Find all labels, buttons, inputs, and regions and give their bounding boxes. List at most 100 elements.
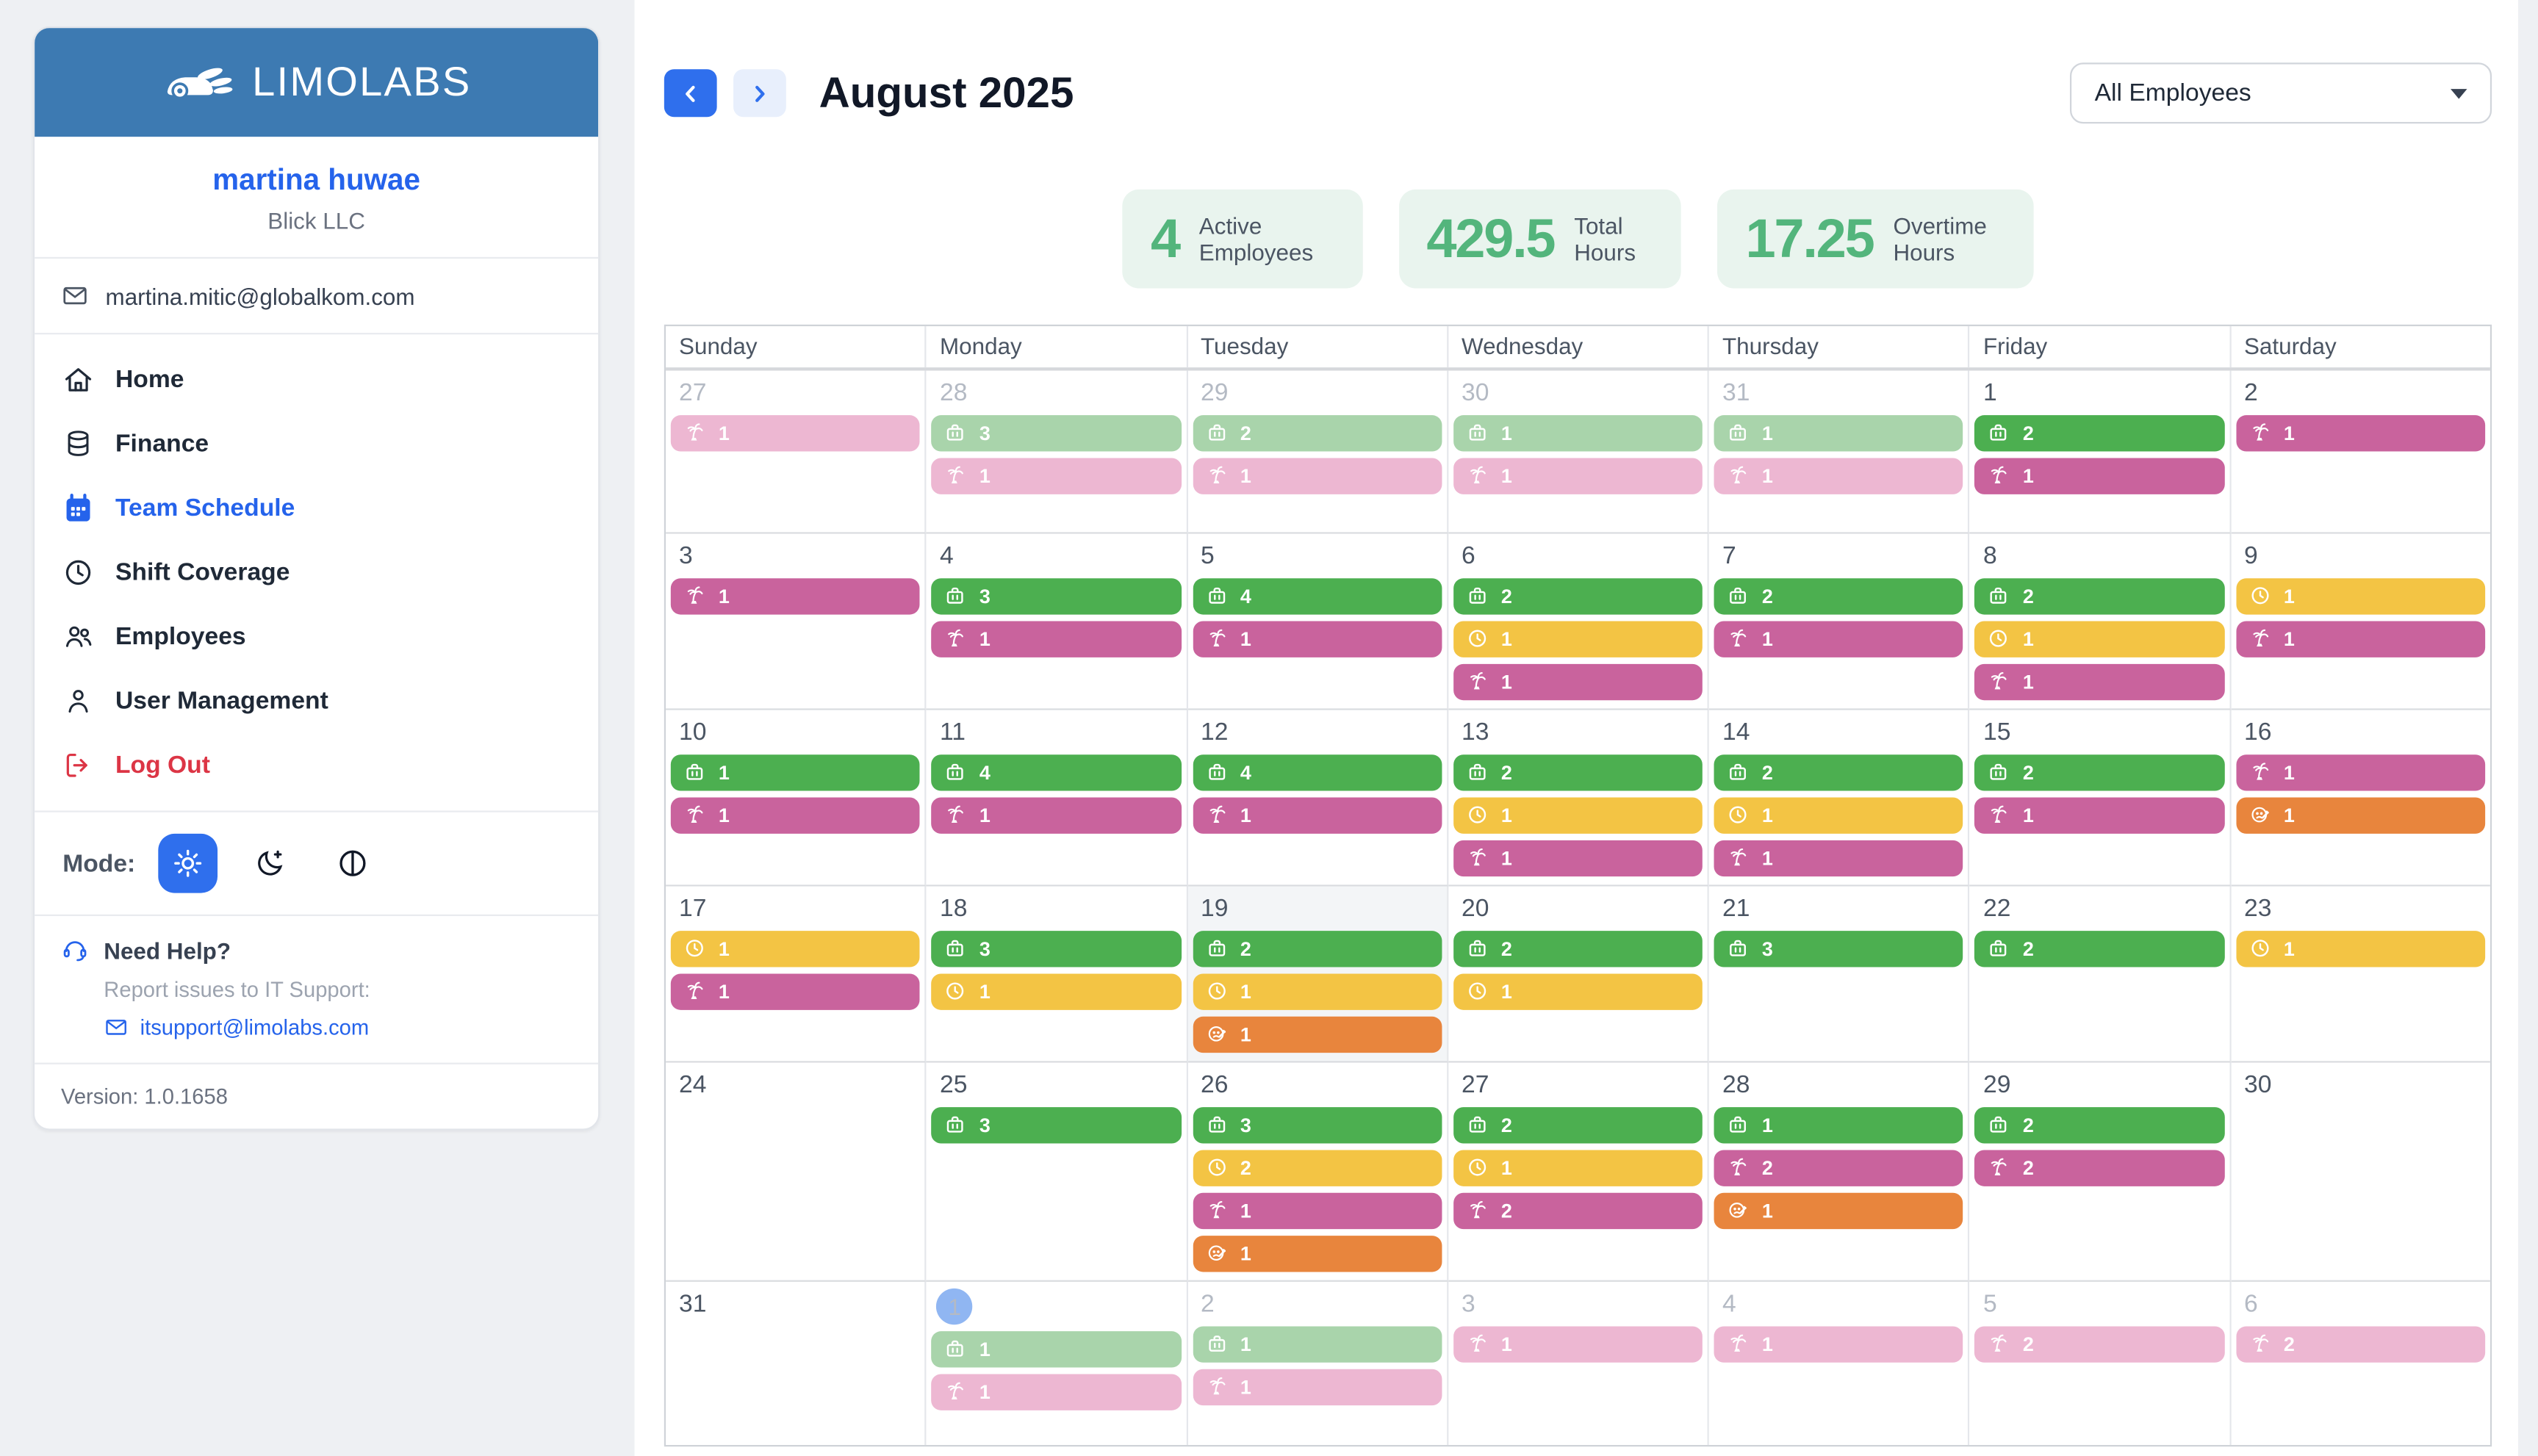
- vacation-pill[interactable]: 1: [932, 1374, 1181, 1410]
- sidebar-item-finance[interactable]: Finance: [35, 412, 598, 476]
- calendar-day-cell[interactable]: 431: [927, 533, 1187, 710]
- previous-month-button[interactable]: [664, 70, 717, 118]
- calendar-day-cell[interactable]: 14211: [1709, 710, 1970, 886]
- calendar-day-cell[interactable]: 30: [2231, 1062, 2490, 1281]
- dark-mode-button[interactable]: [241, 834, 301, 893]
- regular-pill[interactable]: 2: [1975, 754, 2224, 790]
- overtime-pill[interactable]: 1: [1453, 621, 1703, 657]
- overtime-pill[interactable]: 1: [1453, 797, 1703, 833]
- vacation-pill[interactable]: 1: [1975, 797, 2224, 833]
- regular-pill[interactable]: 2: [1975, 1107, 2224, 1143]
- sick-pill[interactable]: 1: [1714, 1192, 1963, 1228]
- vacation-pill[interactable]: 1: [2236, 754, 2485, 790]
- calendar-day-cell[interactable]: 222: [1970, 886, 2231, 1062]
- regular-pill[interactable]: 2: [1453, 578, 1703, 614]
- calendar-day-cell[interactable]: 27212: [1448, 1062, 1709, 1281]
- vacation-pill[interactable]: 1: [1453, 840, 1703, 876]
- regular-pill[interactable]: 2: [1975, 931, 2224, 967]
- calendar-day-cell[interactable]: 911: [2231, 533, 2490, 710]
- regular-pill[interactable]: 1: [932, 1331, 1181, 1367]
- vacation-pill[interactable]: 2: [1975, 1326, 2224, 1362]
- regular-pill[interactable]: 3: [932, 415, 1181, 451]
- support-email-link[interactable]: itsupport@limolabs.com: [104, 1015, 572, 1040]
- calendar-day-cell[interactable]: 21: [2231, 370, 2490, 533]
- calendar-day-cell[interactable]: 111: [927, 1281, 1187, 1444]
- regular-pill[interactable]: 4: [1193, 754, 1442, 790]
- vacation-pill[interactable]: 1: [671, 415, 920, 451]
- calendar-day-cell[interactable]: 19211: [1187, 886, 1448, 1062]
- calendar-day-cell[interactable]: 6211: [1448, 533, 1709, 710]
- sick-pill[interactable]: 1: [2236, 797, 2485, 833]
- vacation-pill[interactable]: 1: [932, 621, 1181, 657]
- regular-pill[interactable]: 3: [1714, 931, 1963, 967]
- vacation-pill[interactable]: 1: [1193, 458, 1442, 494]
- vacation-pill[interactable]: 1: [1714, 621, 1963, 657]
- vacation-pill[interactable]: 2: [1714, 1150, 1963, 1186]
- regular-pill[interactable]: 1: [1453, 415, 1703, 451]
- sidebar-item-home[interactable]: Home: [35, 347, 598, 411]
- contrast-mode-button[interactable]: [323, 834, 383, 893]
- vacation-pill[interactable]: 1: [671, 973, 920, 1009]
- vacation-pill[interactable]: 2: [1453, 1192, 1703, 1228]
- overtime-pill[interactable]: 2: [1193, 1150, 1442, 1186]
- calendar-day-cell[interactable]: 213: [1709, 886, 1970, 1062]
- vacation-pill[interactable]: 1: [1714, 840, 1963, 876]
- vacation-pill[interactable]: 1: [932, 797, 1181, 833]
- calendar-day-cell[interactable]: 211: [1187, 1281, 1448, 1444]
- overtime-pill[interactable]: 1: [1714, 797, 1963, 833]
- calendar-day-cell[interactable]: 3111: [1709, 370, 1970, 533]
- sidebar-item-user-management[interactable]: User Management: [35, 669, 598, 733]
- calendar-day-cell[interactable]: 3011: [1448, 370, 1709, 533]
- vacation-pill[interactable]: 1: [1193, 1369, 1442, 1405]
- calendar-day-cell[interactable]: 271: [666, 370, 927, 533]
- vacation-pill[interactable]: 1: [1714, 458, 1963, 494]
- vacation-pill[interactable]: 1: [1193, 797, 1442, 833]
- overtime-pill[interactable]: 1: [671, 931, 920, 967]
- vacation-pill[interactable]: 1: [671, 578, 920, 614]
- regular-pill[interactable]: 2: [1453, 931, 1703, 967]
- calendar-day-cell[interactable]: 231: [2231, 886, 2490, 1062]
- calendar-day-cell[interactable]: 31: [666, 1281, 927, 1444]
- sidebar-item-shift-coverage[interactable]: Shift Coverage: [35, 541, 598, 605]
- regular-pill[interactable]: 3: [932, 931, 1181, 967]
- calendar-day-cell[interactable]: 31: [666, 533, 927, 710]
- vacation-pill[interactable]: 1: [1453, 1326, 1703, 1362]
- calendar-day-cell[interactable]: 1241: [1187, 710, 1448, 886]
- vacation-pill[interactable]: 1: [1453, 458, 1703, 494]
- calendar-day-cell[interactable]: 1011: [666, 710, 927, 886]
- regular-pill[interactable]: 3: [932, 1107, 1181, 1143]
- calendar-day-cell[interactable]: 1521: [1970, 710, 2231, 886]
- regular-pill[interactable]: 1: [1714, 415, 1963, 451]
- calendar-day-cell[interactable]: 2021: [1448, 886, 1709, 1062]
- regular-pill[interactable]: 2: [1453, 754, 1703, 790]
- calendar-day-cell[interactable]: 1711: [666, 886, 927, 1062]
- calendar-day-cell[interactable]: 721: [1709, 533, 1970, 710]
- vacation-pill[interactable]: 2: [2236, 1326, 2485, 1362]
- calendar-day-cell[interactable]: 52: [1970, 1281, 2231, 1444]
- sidebar-item-employees[interactable]: Employees: [35, 605, 598, 668]
- vacation-pill[interactable]: 1: [1975, 458, 2224, 494]
- vacation-pill[interactable]: 1: [671, 797, 920, 833]
- regular-pill[interactable]: 1: [1193, 1326, 1442, 1362]
- overtime-pill[interactable]: 1: [1193, 973, 1442, 1009]
- regular-pill[interactable]: 2: [1975, 415, 2224, 451]
- overtime-pill[interactable]: 1: [2236, 931, 2485, 967]
- sick-pill[interactable]: 1: [1193, 1236, 1442, 1272]
- vacation-pill[interactable]: 1: [1714, 1326, 1963, 1362]
- employee-filter-select[interactable]: All Employees: [2070, 63, 2492, 124]
- vacation-pill[interactable]: 1: [1193, 1192, 1442, 1228]
- regular-pill[interactable]: 3: [932, 578, 1181, 614]
- sidebar-item-log-out[interactable]: Log Out: [35, 733, 598, 797]
- regular-pill[interactable]: 2: [1453, 1107, 1703, 1143]
- calendar-day-cell[interactable]: 2922: [1970, 1062, 2231, 1281]
- calendar-day-cell[interactable]: 263211: [1187, 1062, 1448, 1281]
- calendar-day-cell[interactable]: 253: [927, 1062, 1187, 1281]
- calendar-day-cell[interactable]: 2921: [1187, 370, 1448, 533]
- calendar-day-cell[interactable]: 541: [1187, 533, 1448, 710]
- vacation-pill[interactable]: 1: [1193, 621, 1442, 657]
- vacation-pill[interactable]: 1: [1975, 663, 2224, 699]
- calendar-day-cell[interactable]: 8211: [1970, 533, 2231, 710]
- vacation-pill[interactable]: 1: [932, 458, 1181, 494]
- overtime-pill[interactable]: 1: [1453, 1150, 1703, 1186]
- vacation-pill[interactable]: 1: [2236, 415, 2485, 451]
